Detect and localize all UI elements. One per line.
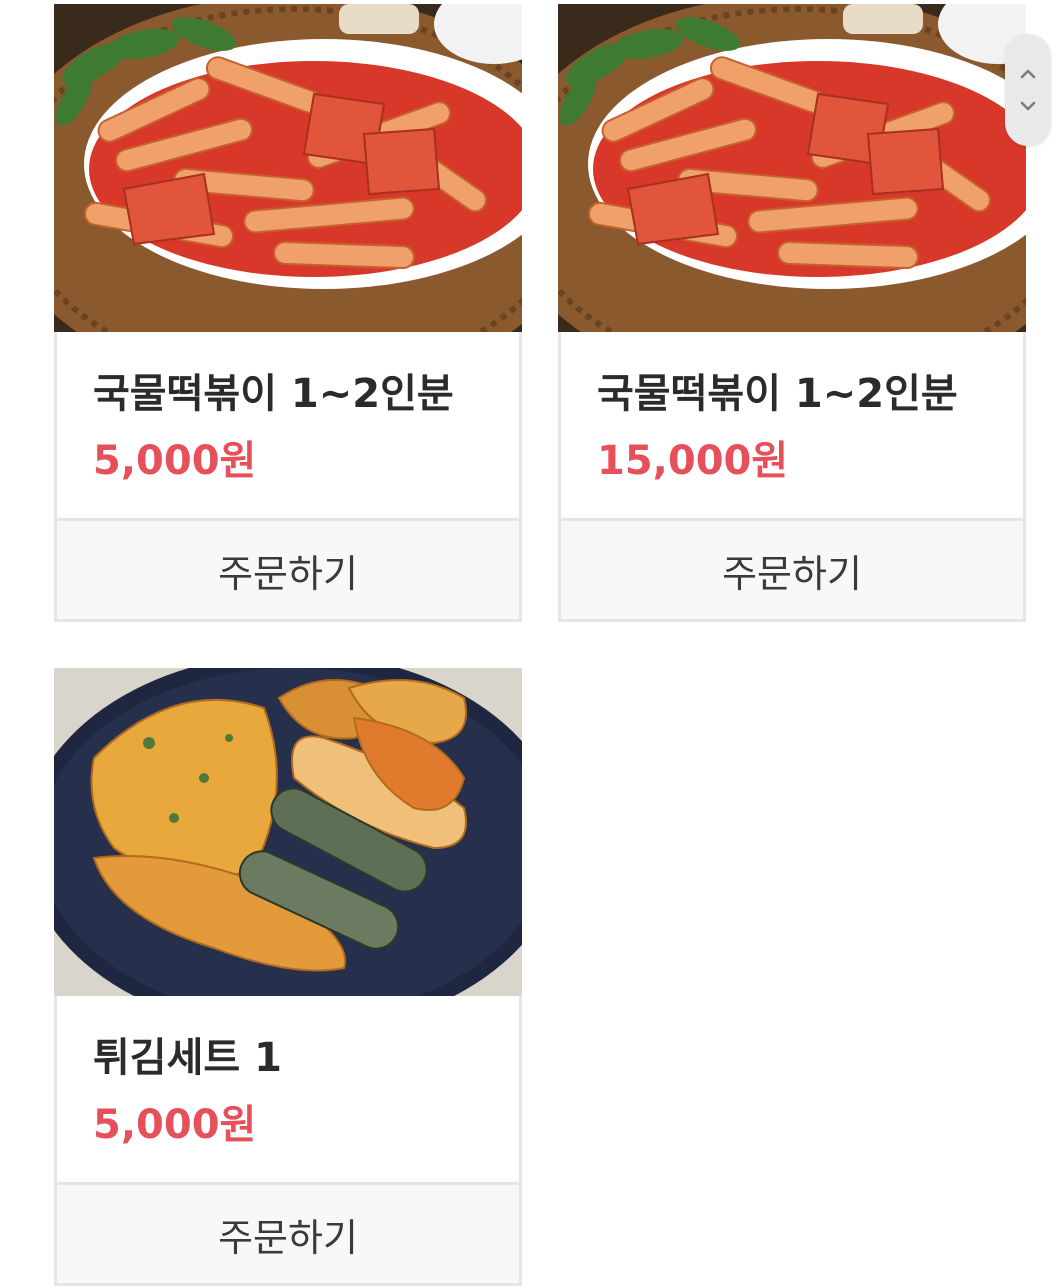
chevron-up-icon[interactable] <box>1005 58 1051 88</box>
chevron-down-icon[interactable] <box>1005 92 1051 122</box>
product-title: 국물떡볶이 1~2인분 <box>93 371 454 417</box>
product-info: 국물떡볶이 1~2인분 5,000원 <box>54 332 522 518</box>
order-button[interactable]: 주문하기 <box>54 1182 522 1286</box>
product-card[interactable]: 튀김세트 1 5,000원 주문하기 <box>54 668 522 1286</box>
product-info: 국물떡볶이 1~2인분 15,000원 <box>558 332 1026 518</box>
product-info: 튀김세트 1 5,000원 <box>54 996 522 1182</box>
tteokbokki-photo <box>54 4 522 332</box>
product-image[interactable] <box>54 668 522 996</box>
product-price: 5,000원 <box>93 1102 257 1148</box>
scroll-widget[interactable] <box>1005 34 1051 146</box>
product-image[interactable] <box>54 4 522 332</box>
order-button[interactable]: 주문하기 <box>54 518 522 622</box>
tteokbokki-photo <box>558 4 1026 332</box>
product-card[interactable]: 국물떡볶이 1~2인분 15,000원 주문하기 <box>558 4 1026 622</box>
fried-set-photo <box>54 668 522 996</box>
order-button[interactable]: 주문하기 <box>558 518 1026 622</box>
product-title: 튀김세트 1 <box>93 1035 282 1081</box>
product-price: 5,000원 <box>93 438 257 484</box>
product-title: 국물떡볶이 1~2인분 <box>597 371 958 417</box>
product-card[interactable]: 국물떡볶이 1~2인분 5,000원 주문하기 <box>54 4 522 622</box>
product-image[interactable] <box>558 4 1026 332</box>
product-price: 15,000원 <box>597 438 789 484</box>
